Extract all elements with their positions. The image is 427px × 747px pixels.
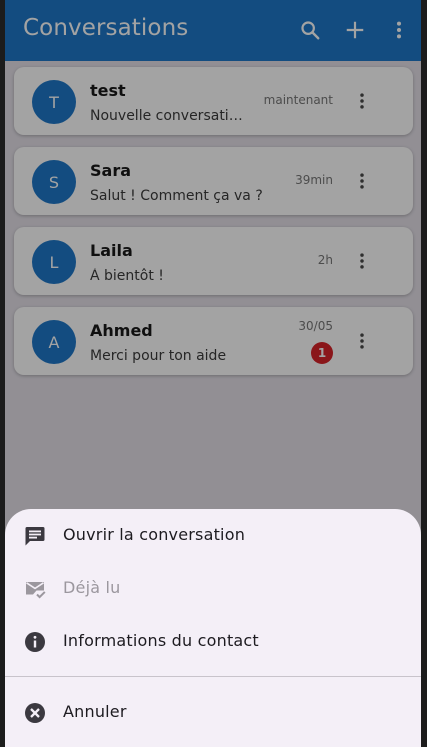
mark-read-icon bbox=[22, 576, 48, 602]
divider bbox=[5, 676, 421, 677]
option-label: Annuler bbox=[63, 702, 127, 721]
contact-info-option[interactable]: Informations du contact bbox=[5, 615, 421, 667]
mark-read-option: Déjà lu bbox=[5, 562, 421, 614]
open-conversation-option[interactable]: Ouvrir la conversation bbox=[5, 509, 421, 561]
app-screen: Conversations T test Nouvelle conversati… bbox=[5, 0, 421, 747]
option-label: Ouvrir la conversation bbox=[63, 525, 246, 544]
bottom-sheet: Ouvrir la conversation Déjà lu Informati… bbox=[5, 509, 421, 747]
option-label: Informations du contact bbox=[63, 631, 259, 650]
info-icon bbox=[22, 629, 48, 655]
cancel-icon bbox=[22, 700, 48, 726]
option-label: Déjà lu bbox=[63, 578, 121, 597]
chat-icon bbox=[22, 523, 48, 549]
cancel-option[interactable]: Annuler bbox=[5, 686, 421, 738]
